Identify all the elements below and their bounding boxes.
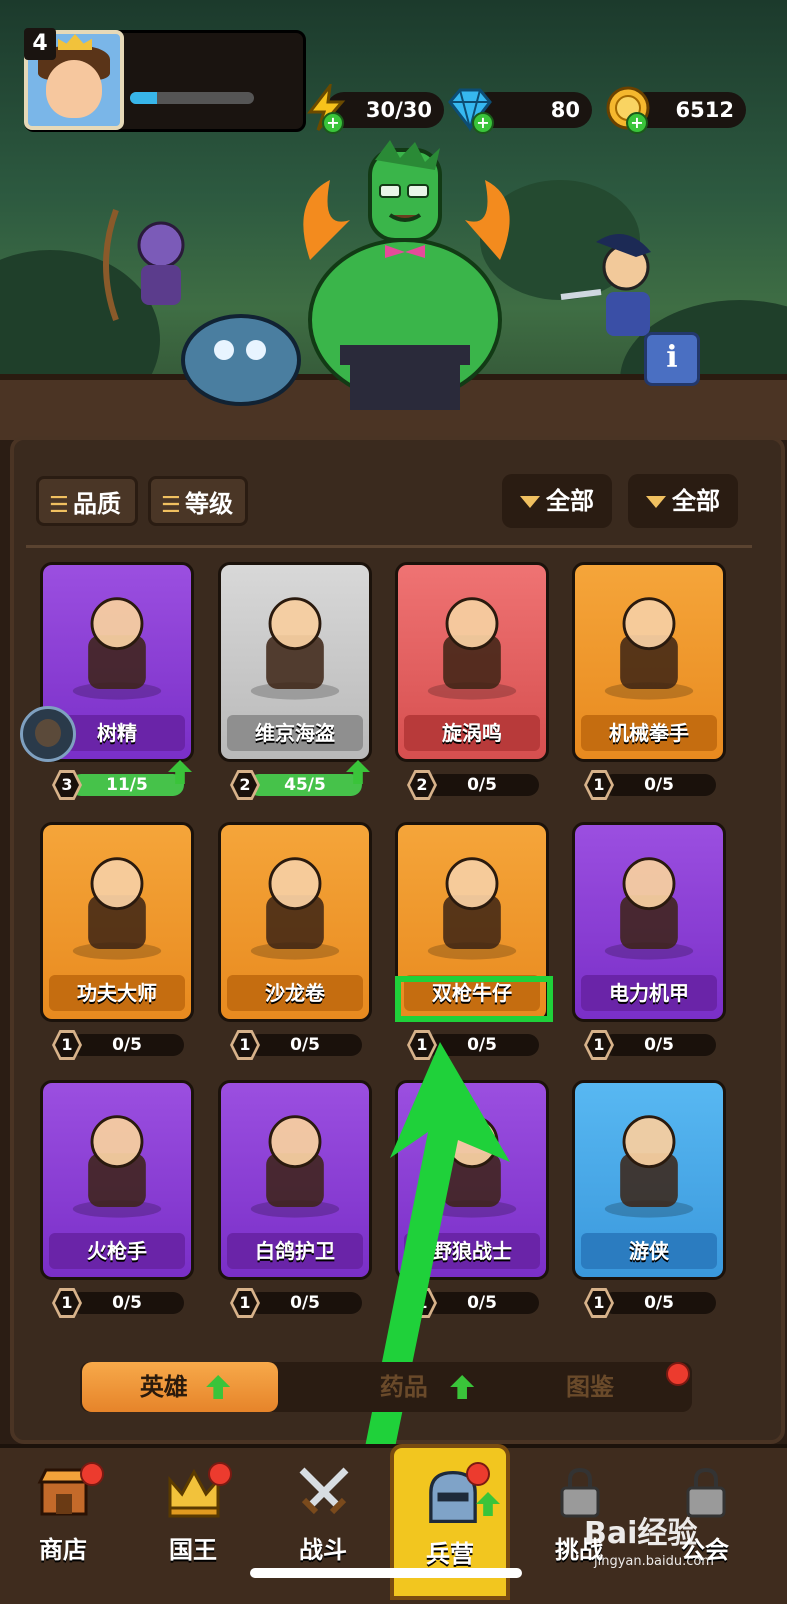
swords-icon	[299, 1467, 349, 1515]
hero-name: 维京海盗	[227, 715, 363, 751]
hero-name: 旋涡鸣	[404, 715, 540, 751]
hero-name: 功夫大师	[49, 975, 185, 1011]
xp-bar	[130, 92, 254, 104]
blob-monster-illustration	[181, 314, 301, 406]
hero-name: 沙龙卷	[227, 975, 363, 1011]
tab-heroes[interactable]: 英雄	[82, 1362, 278, 1412]
highlight-box	[395, 976, 553, 1022]
player-level-badge: 4	[24, 28, 56, 60]
shard-progress-bar: 11/5	[70, 774, 184, 796]
chevron-down-icon	[520, 496, 540, 508]
chevron-down-icon	[646, 496, 666, 508]
watermark-url: jingyan.baidu.com	[594, 1554, 714, 1569]
hero-info-button[interactable]: i	[644, 332, 700, 386]
shard-progress-bar: 0/5	[602, 1034, 716, 1056]
notification-dot	[666, 1362, 690, 1386]
hero-portrait	[250, 857, 340, 960]
shard-progress-bar: 0/5	[70, 1034, 184, 1056]
shard-progress-bar: 45/5	[248, 774, 362, 796]
shard-progress-bar: 0/5	[70, 1292, 184, 1314]
add-gems-icon[interactable]: +	[472, 112, 494, 134]
filter-dropdown-2[interactable]: 全部	[628, 474, 738, 528]
info-icon: i	[666, 340, 678, 375]
tab-codex[interactable]: 图鉴	[520, 1362, 660, 1412]
sort-icon: ☰	[49, 493, 69, 518]
hero-name: 机械拳手	[581, 715, 717, 751]
assigned-hero-avatar[interactable]	[20, 706, 76, 762]
hero-portrait	[72, 597, 162, 700]
hero-card[interactable]: 旋涡鸣	[395, 562, 549, 762]
hero-portrait	[427, 857, 517, 960]
hero-card[interactable]: 沙龙卷	[218, 822, 372, 1022]
tab-items[interactable]: 药品	[330, 1362, 510, 1412]
featured-hero-illustration	[303, 140, 510, 410]
shard-progress-bar: 0/5	[425, 774, 539, 796]
notification-dot	[466, 1462, 490, 1486]
hero-card[interactable]: 机械拳手	[572, 562, 726, 762]
upgrade-arrow-icon	[206, 1375, 231, 1399]
upgrade-arrow-icon	[450, 1375, 475, 1399]
hero-portrait	[72, 1115, 162, 1218]
home-indicator[interactable]	[250, 1568, 522, 1578]
hero-card[interactable]: 游侠	[572, 1080, 726, 1280]
avatar-crown	[58, 34, 92, 50]
notification-dot	[80, 1462, 104, 1486]
hero-portrait	[604, 857, 694, 960]
hero-name: 游侠	[581, 1233, 717, 1269]
hero-name: 火枪手	[49, 1233, 185, 1269]
filter-dropdown-1[interactable]: 全部	[502, 474, 612, 528]
watermark: Bai经验	[584, 1516, 698, 1551]
sort-icon: ☰	[161, 493, 181, 518]
hero-portrait	[604, 597, 694, 700]
notification-dot	[208, 1462, 232, 1486]
hero-portrait	[250, 597, 340, 700]
hero-card[interactable]: 电力机甲	[572, 822, 726, 1022]
divider	[26, 545, 752, 548]
hero-portrait	[72, 857, 162, 960]
hero-card[interactable]: 功夫大师	[40, 822, 194, 1022]
shard-progress-bar: 0/5	[602, 1292, 716, 1314]
shard-progress-bar: 0/5	[602, 774, 716, 796]
hero-name: 电力机甲	[581, 975, 717, 1011]
add-energy-icon[interactable]: +	[322, 112, 344, 134]
hero-portrait	[427, 597, 517, 700]
hero-card[interactable]: 火枪手	[40, 1080, 194, 1280]
add-gold-icon[interactable]: +	[626, 112, 648, 134]
sort-quality-button[interactable]: ☰ 品质	[36, 476, 138, 526]
hero-card[interactable]: 维京海盗	[218, 562, 372, 762]
hero-portrait	[604, 1115, 694, 1218]
pointer-arrow	[362, 1042, 510, 1472]
sort-level-button[interactable]: ☰ 等级	[148, 476, 248, 526]
xp-bar-fill	[130, 92, 158, 104]
